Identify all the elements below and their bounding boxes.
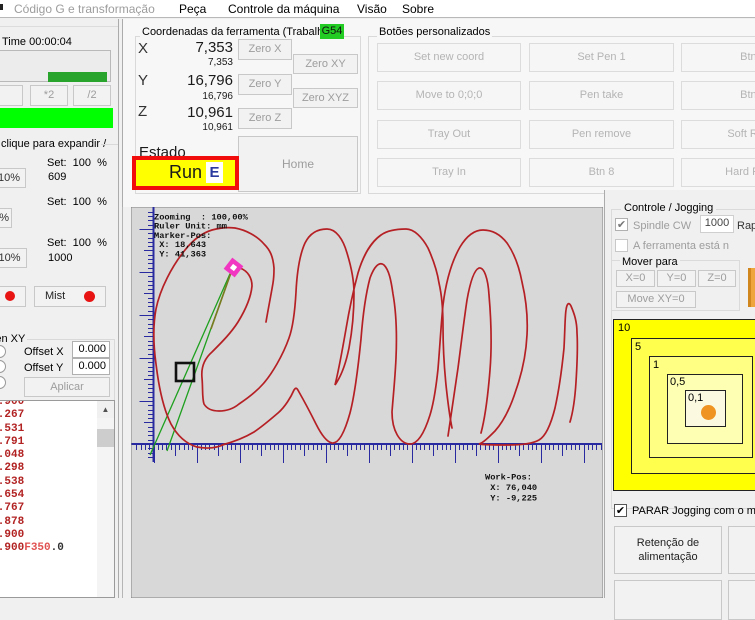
svg-text:Y: -9,225: Y: -9,225 bbox=[485, 494, 537, 504]
svg-text:Work-Pos:: Work-Pos: bbox=[485, 472, 532, 482]
svg-text:Y: 41,363: Y: 41,363 bbox=[154, 250, 206, 260]
svg-text:X: 76,040: X: 76,040 bbox=[485, 483, 537, 493]
